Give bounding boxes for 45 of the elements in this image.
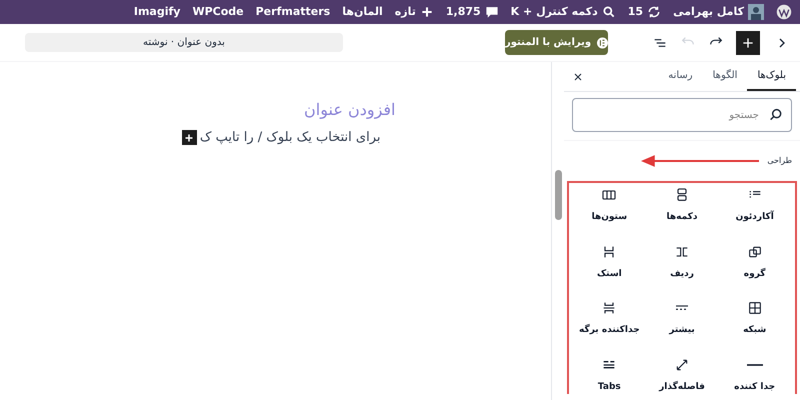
admin-bar-link[interactable]: 1,875 [446, 4, 481, 20]
inserter-tab[interactable]: الگوها [702, 62, 748, 91]
block-item[interactable]: گروه [718, 244, 791, 281]
block-item[interactable]: شبکه [718, 300, 791, 338]
close-icon [572, 70, 584, 82]
search-field[interactable]: جستجو [572, 98, 792, 132]
admin-bar-link[interactable]: Imagify [134, 4, 180, 20]
elementor-button[interactable]: ویرایش با المنتور [505, 30, 608, 55]
inserter-tab[interactable]: رسانه [658, 62, 703, 91]
block-item[interactable]: جدا کننده [718, 356, 791, 394]
admin-bar-link[interactable]: تازه [394, 4, 416, 20]
block-item[interactable]: ردیف [646, 244, 718, 281]
search-icon [602, 5, 616, 19]
category-heading: طراحی [767, 155, 792, 167]
block-item[interactable]: جداکننده برگه [573, 300, 646, 338]
comment-icon[interactable] [484, 5, 499, 19]
admin-bar-link[interactable]: دکمه کنترل + K [510, 4, 598, 20]
inserter-tab[interactable]: بلوک‌ها [747, 62, 796, 91]
document-title-bar[interactable]: بدون عنوان · نوشته [25, 33, 343, 52]
elementor-logo-icon [597, 36, 608, 48]
paragraph-placeholder[interactable]: برای انتخاب یک بلوک / را تایپ ک [200, 128, 380, 148]
plus-icon [183, 132, 196, 144]
block-item[interactable]: آکاردئون [718, 187, 791, 224]
add-block-button[interactable] [736, 30, 760, 54]
block-item[interactable]: ستون‌ها [573, 187, 646, 224]
admin-bar-link[interactable]: WPCode [192, 4, 244, 20]
refresh-icon [647, 5, 662, 19]
admin-bar-link[interactable]: 15 [628, 4, 644, 20]
plus-icon [420, 5, 434, 19]
search-icon [768, 107, 784, 123]
block-item[interactable]: استک [573, 244, 646, 281]
scrollbar-thumb[interactable] [555, 170, 562, 220]
grid-icon [746, 300, 763, 316]
block-item[interactable]: بیشتر [646, 300, 718, 338]
separator-icon [746, 364, 763, 366]
block-item[interactable]: فاصله‌گذار [646, 356, 718, 394]
block-item[interactable]: Tabs [573, 356, 646, 394]
block-item[interactable]: دکمه‌ها [646, 187, 718, 224]
admin-bar-link[interactable]: کامل بهرامی [673, 4, 744, 20]
page-break-icon [601, 300, 618, 316]
admin-bar-link[interactable]: Perfmatters [256, 4, 330, 20]
avatar-icon[interactable] [748, 4, 764, 20]
wordpress-logo-icon[interactable] [776, 4, 792, 20]
admin-bar-link[interactable]: المان‌ها [342, 4, 383, 20]
add-block-button[interactable] [182, 130, 197, 146]
